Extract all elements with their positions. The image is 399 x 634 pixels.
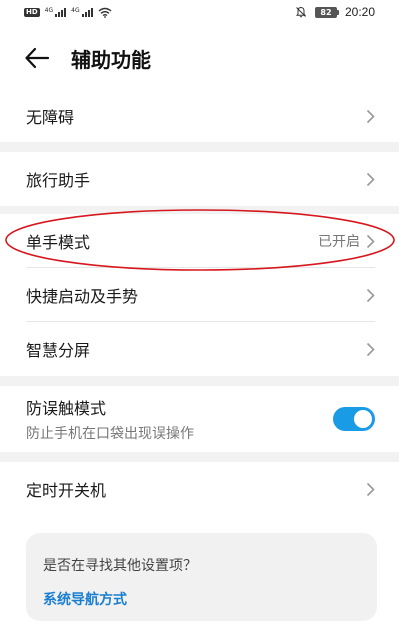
- group-accessibility: 无障碍: [0, 90, 399, 142]
- row-label: 快捷启动及手势: [26, 287, 139, 306]
- row-label: 定时开关机: [26, 481, 107, 500]
- signal-icon-2: 4G: [71, 6, 93, 17]
- row-quick-start-gestures[interactable]: 快捷启动及手势: [0, 268, 399, 322]
- status-bar-right: 82 20:20: [295, 5, 375, 19]
- group-travel: 旅行助手: [0, 152, 399, 206]
- network-type-2: 4G: [71, 6, 80, 14]
- mute-bell-icon: [295, 6, 306, 18]
- toggle-knob: [354, 410, 372, 428]
- signal-icon: 4G: [44, 6, 67, 17]
- row-smart-split-screen[interactable]: 智慧分屏: [0, 322, 399, 376]
- chevron-right-icon: [366, 342, 375, 356]
- status-bar: HD 4G 4G 82 20:20: [0, 0, 399, 24]
- status-text: 已开启: [318, 234, 360, 250]
- chevron-right-icon: [366, 109, 375, 123]
- row-travel-assistant[interactable]: 旅行助手: [0, 152, 399, 206]
- row-label: 无障碍: [26, 108, 75, 127]
- network-type-1: 4G: [44, 6, 54, 14]
- chevron-right-icon: [366, 482, 375, 496]
- status-time: 20:20: [344, 5, 375, 19]
- status-bar-left: HD 4G 4G: [24, 7, 112, 18]
- suggestion-question: 是否在寻找其他设置项？: [43, 558, 197, 574]
- group-gap: [0, 206, 399, 214]
- row-label: 防误触模式: [26, 399, 107, 418]
- row-label: 单手模式: [26, 233, 91, 252]
- row-one-hand-mode[interactable]: 单手模式 已开启: [0, 214, 399, 268]
- chevron-right-icon: [366, 172, 375, 186]
- group-gap: [0, 452, 399, 462]
- group-gap: [0, 376, 399, 386]
- chevron-right-icon: [366, 288, 375, 302]
- hd-badge: HD: [24, 7, 40, 17]
- page-header: 辅助功能: [0, 34, 399, 82]
- wifi-icon: [98, 7, 112, 18]
- row-accessibility[interactable]: 无障碍: [0, 90, 399, 142]
- row-subtitle: 防止手机在口袋出现误操作: [26, 426, 194, 442]
- mistouch-toggle[interactable]: [333, 407, 375, 431]
- row-mistouch-mode: 防误触模式 防止手机在口袋出现误操作: [0, 386, 399, 452]
- group-mistouch: 防误触模式 防止手机在口袋出现误操作: [0, 386, 399, 452]
- suggestion-card: 是否在寻找其他设置项？ 系统导航方式: [26, 533, 377, 621]
- back-arrow-icon[interactable]: [24, 46, 50, 70]
- row-label: 旅行助手: [26, 171, 91, 190]
- row-timer-power[interactable]: 定时开关机: [0, 462, 399, 516]
- group-gap: [0, 142, 399, 152]
- group-gestures: 单手模式 已开启 快捷启动及手势 智慧分屏: [0, 214, 399, 376]
- group-timer: 定时开关机: [0, 462, 399, 516]
- row-label: 智慧分屏: [26, 341, 91, 360]
- page-title: 辅助功能: [71, 48, 151, 72]
- battery-icon: 82: [314, 6, 339, 18]
- chevron-right-icon: [366, 234, 375, 248]
- system-navigation-link[interactable]: 系统导航方式: [43, 589, 360, 609]
